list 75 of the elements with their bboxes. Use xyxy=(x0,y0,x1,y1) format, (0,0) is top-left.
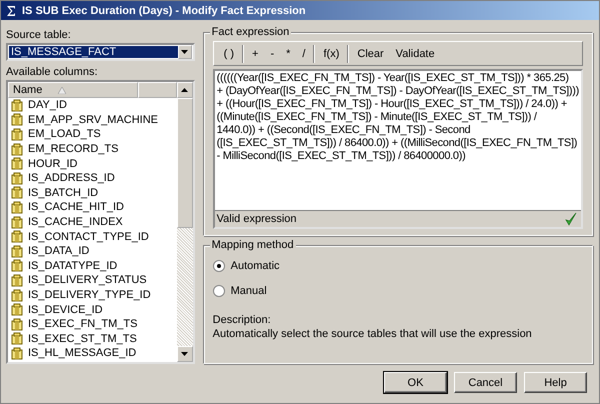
group-label: Fact expression xyxy=(210,26,292,38)
scroll-up-button[interactable] xyxy=(176,82,193,98)
column-icon xyxy=(11,128,24,141)
column-item[interactable]: IS_DATA_ID xyxy=(8,244,177,259)
column-item[interactable]: IS_CACHE_INDEX xyxy=(8,214,177,230)
toolbar-button[interactable]: f(x) xyxy=(317,44,346,62)
column-icon xyxy=(11,113,24,126)
column-item[interactable]: IS_DEVICE_ID xyxy=(8,302,177,317)
dialog-button[interactable]: Cancel xyxy=(454,372,517,393)
column-item[interactable]: HOUR_ID xyxy=(8,156,177,171)
toolbar-button[interactable]: Validate xyxy=(390,44,441,62)
column-icon xyxy=(11,157,24,170)
source-table-dropdown[interactable]: IS_MESSAGE_FACT xyxy=(6,43,195,61)
column-item[interactable]: EM_APP_SRV_MACHINE xyxy=(8,112,177,128)
dialog-button[interactable]: OK xyxy=(384,372,447,393)
scrollbar-thumb[interactable] xyxy=(176,98,193,228)
description-label: Description: xyxy=(212,314,272,326)
expression-line: ((((((Year([IS_EXEC_FN_TM_TS]) - Year([IS_EXEC_ST_TM_TS])) * 365.25) xyxy=(216,72,570,85)
expression-line: - MilliSecond([IS_EXEC_ST_TM_TS])) / 86400000.0)) xyxy=(216,150,466,163)
expression-line: + (DayOfYear([IS_EXEC_FN_TM_TS]) - DayOfYear([IS_EXEC_ST_TM_TS]))) xyxy=(216,85,579,98)
group-label: Mapping method xyxy=(210,239,296,252)
column-icon xyxy=(11,142,24,156)
dropdown-arrow-icon xyxy=(181,50,188,54)
status-text: Valid expression xyxy=(216,213,297,226)
toolbar-button[interactable]: Clear xyxy=(351,44,390,62)
toolbar-button[interactable]: + xyxy=(246,44,264,62)
field-label: Source table: xyxy=(6,29,72,41)
field-label: Available columns: xyxy=(6,66,99,78)
column-item[interactable]: EM_LOAD_TS xyxy=(8,127,177,142)
expression-line: ((Minute([IS_EXEC_FN_TM_TS]) - Minute([IS_EXEC_ST_TM_TS])) / xyxy=(216,111,538,124)
column-icon xyxy=(11,244,24,258)
column-item[interactable]: IS_ADDRESS_ID xyxy=(8,170,177,186)
expression-line: + ((Hour([IS_EXEC_FN_TM_TS]) - Hour([IS_EXEC_ST_TM_TS])) / 24.0)) + xyxy=(216,98,568,111)
column-icon xyxy=(11,332,24,346)
window-title: IS SUB Exec Duration (Days) - Modify Fact Expression xyxy=(22,4,306,16)
sort-arrow-icon xyxy=(58,86,66,94)
expression-line: 1440.0)) + ((Second([IS_EXEC_FN_TM_TS]) - Second xyxy=(216,124,472,137)
toolbar-button[interactable]: * xyxy=(280,44,296,62)
column-icon xyxy=(11,274,24,287)
column-item[interactable]: IS_CONTACT_TYPE_ID xyxy=(8,229,177,244)
column-item[interactable]: IS_CACHE_HIT_ID xyxy=(8,200,177,215)
toolbar-button[interactable]: ( ) xyxy=(218,44,240,62)
expression-editor[interactable] xyxy=(212,69,583,230)
description-text: Automatically select the source tables that will use the expression xyxy=(212,328,533,340)
down-arrow-icon xyxy=(181,352,188,356)
column-icon xyxy=(11,186,24,200)
expression-line: ([IS_EXEC_ST_TM_TS])) / 86400.0)) + ((MilliSecond([IS_EXEC_FN_TM_TS]) xyxy=(216,137,578,150)
column-item[interactable]: IS_DELIVERY_TYPE_ID xyxy=(8,288,177,302)
column-item[interactable]: IS_DATATYPE_ID xyxy=(8,258,177,274)
column-item[interactable]: EM_RECORD_TS xyxy=(8,142,177,156)
column-item[interactable]: IS_HL_MESSAGE_ID xyxy=(8,346,177,361)
sigma-icon xyxy=(6,4,16,16)
up-arrow-icon xyxy=(181,88,188,92)
radio-option[interactable]: Automatic xyxy=(212,258,583,274)
column-item[interactable]: IS_EXEC_ST_TM_TS xyxy=(8,332,177,346)
column-header[interactable]: Name xyxy=(8,82,138,98)
toolbar-button[interactable]: - xyxy=(264,44,280,62)
toolbar-button[interactable]: / xyxy=(296,44,312,62)
dialog-button[interactable]: Help xyxy=(524,372,587,393)
column-icon xyxy=(11,288,24,302)
column-icon xyxy=(11,259,24,272)
column-icon xyxy=(11,318,24,331)
column-icon xyxy=(11,98,24,112)
column-icon xyxy=(11,172,24,185)
radio-option[interactable]: Manual xyxy=(212,283,583,300)
column-icon xyxy=(11,230,24,244)
column-item[interactable]: IS_BATCH_ID xyxy=(8,186,177,200)
column-item[interactable]: IS_EXEC_FN_TM_TS xyxy=(8,316,177,332)
column-icon xyxy=(11,346,24,360)
scroll-down-button[interactable] xyxy=(176,346,193,362)
column-icon xyxy=(11,200,24,214)
column-icon xyxy=(11,303,24,316)
column-item[interactable]: DAY_ID xyxy=(8,98,177,113)
column-icon xyxy=(11,216,24,229)
column-item[interactable]: IS_DELIVERY_STATUS xyxy=(8,273,177,288)
